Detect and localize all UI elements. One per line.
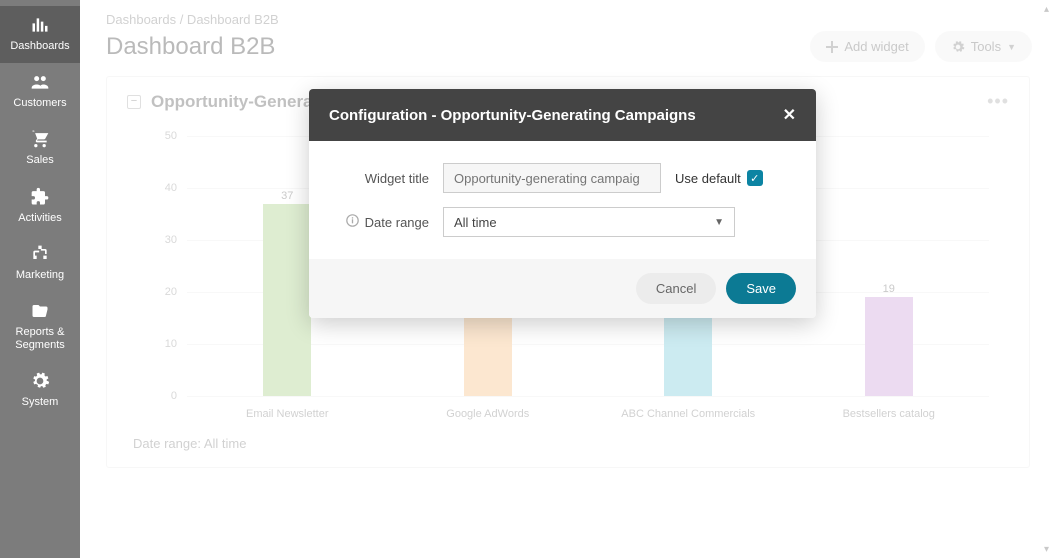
- bars-icon: [27, 14, 53, 36]
- modal-title: Configuration - Opportunity-Generating C…: [329, 107, 696, 124]
- use-default-label: Use default: [675, 171, 741, 186]
- sidebar-item-activities[interactable]: Activities: [0, 178, 80, 235]
- sidebar-item-sales[interactable]: Sales: [0, 120, 80, 177]
- folder-icon: [27, 300, 53, 322]
- date-range-select[interactable]: All time ▼: [443, 207, 735, 237]
- sidebar-item-customers[interactable]: Customers: [0, 63, 80, 120]
- config-modal: Configuration - Opportunity-Generating C…: [309, 89, 816, 318]
- sidebar-item-label: Reports & Segments: [2, 326, 78, 352]
- gear-icon: [27, 370, 53, 392]
- close-icon[interactable]: ✕: [783, 105, 796, 125]
- sidebar-item-marketing[interactable]: Marketing: [0, 235, 80, 292]
- use-default-toggle[interactable]: Use default ✓: [675, 170, 763, 186]
- sidebar-item-system[interactable]: System: [0, 362, 80, 419]
- sidebar-item-label: Sales: [26, 154, 54, 167]
- info-icon[interactable]: [346, 214, 359, 230]
- sidebar-item-label: Dashboards: [10, 40, 69, 53]
- date-range-value: All time: [454, 215, 497, 230]
- widget-title-label: Widget title: [365, 171, 429, 186]
- checkbox-checked-icon[interactable]: ✓: [747, 170, 763, 186]
- date-range-label: Date range: [365, 215, 429, 230]
- sitemap-icon: [27, 243, 53, 265]
- widget-title-input[interactable]: [443, 163, 661, 193]
- sidebar-item-label: Marketing: [16, 269, 64, 282]
- puzzle-icon: [27, 186, 53, 208]
- sidebar-item-dashboards[interactable]: Dashboards: [0, 6, 80, 63]
- save-button[interactable]: Save: [726, 273, 796, 304]
- sidebar-item-label: System: [22, 396, 59, 409]
- sidebar: Dashboards Customers Sales Activities Market…: [0, 0, 80, 558]
- sidebar-item-reports[interactable]: Reports & Segments: [0, 292, 80, 362]
- chevron-down-icon: ▼: [714, 217, 724, 228]
- cart-icon: [27, 128, 53, 150]
- cancel-button[interactable]: Cancel: [636, 273, 716, 304]
- users-icon: [27, 71, 53, 93]
- sidebar-item-label: Customers: [13, 97, 66, 110]
- sidebar-item-label: Activities: [18, 212, 61, 225]
